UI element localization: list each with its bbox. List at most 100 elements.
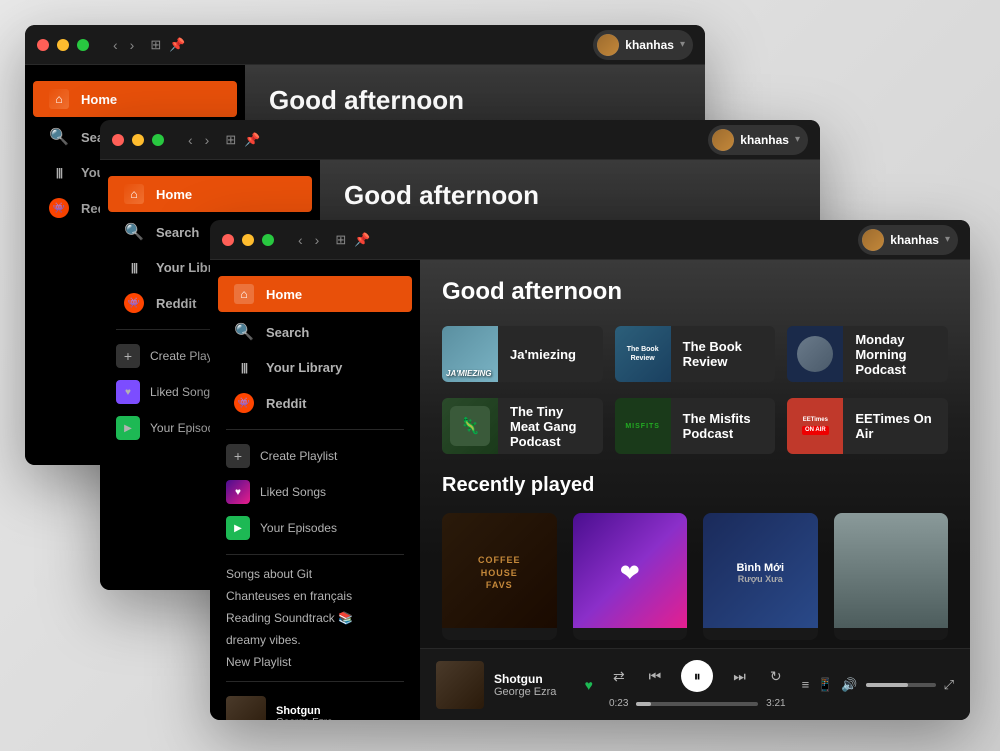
reddit-label-2: Reddit [156,296,196,311]
forward-arrow-2[interactable]: › [201,130,214,150]
playlist-new[interactable]: New Playlist [210,651,420,673]
playlist-reading[interactable]: Reading Soundtrack 📚 [210,607,420,629]
maximize-btn-2[interactable] [152,134,164,146]
recent-img-liked: ❤ [573,513,688,628]
search-icon-2: 🔍 [124,222,144,242]
create-playlist-3[interactable]: + Create Playlist [210,438,420,474]
liked-songs-label-2: Liked Songs [150,385,216,399]
search-label-2: Search [156,225,199,240]
recent-forest[interactable] [834,513,949,640]
back-arrow-3[interactable]: ‹ [294,230,307,250]
sidebar-item-home-2[interactable]: ⌂ Home [108,176,312,212]
binh-visual: Bình Mới Rượu Xưa [703,513,818,628]
grid-icon-1: ⊞ [150,37,161,53]
play-pause-btn[interactable]: ⏸ [681,660,713,692]
minimize-btn-3[interactable] [242,234,254,246]
podcast-cards-3: 🦎 The Tiny Meat Gang Podcast MISFITS The… [442,398,948,454]
forward-arrow-3[interactable]: › [311,230,324,250]
username-1: khanhas [625,38,674,52]
close-btn-1[interactable] [37,39,49,51]
sidebar-3: ⌂ Home 🔍 Search ||| Your Library 👾 Reddi… [210,260,420,720]
card-thumb-eet-3: EETimes ON AIR [787,398,843,454]
playlist-chanteuses[interactable]: Chanteuses en français [210,585,420,607]
recent-binhmoi[interactable]: Bình Mới Rượu Xưa [703,513,818,640]
shuffle-btn[interactable]: ⇄ [609,664,629,689]
card-jamiezing-3[interactable]: JA'MIEZING Ja'miezing [442,326,603,382]
search-icon-1: 🔍 [49,127,69,147]
recent-coffeehouse[interactable]: COFFEEHOUSEFAVS [442,513,557,640]
playlist-songs-git[interactable]: Songs about Git [210,563,420,585]
reddit-icon-1: 👾 [49,198,69,218]
featured-cards-3: JA'MIEZING Ja'miezing The BookReview The… [442,326,948,382]
progress-bar[interactable] [636,702,758,706]
maximize-btn-3[interactable] [262,234,274,246]
back-arrow-2[interactable]: ‹ [184,130,197,150]
next-btn[interactable]: ⏭ [729,664,750,689]
sidebar-item-search-3[interactable]: 🔍 Search [218,314,412,350]
sidebar-item-home-3[interactable]: ⌂ Home [218,276,412,312]
grid-icon-2: ⊞ [225,132,236,148]
liked-songs-icon-2: ♥ [116,380,140,404]
back-arrow-1[interactable]: ‹ [109,35,122,55]
card-eetimes-3[interactable]: EETimes ON AIR EETimes On Air [787,398,948,454]
card-bookreview-3[interactable]: The BookReview The Book Review [615,326,776,382]
card-thumb-mon-3 [787,326,843,382]
greeting-2: Good afternoon [344,180,796,211]
liked-songs-icon-3: ♥ [226,480,250,504]
recent-liked[interactable]: ❤ [573,513,688,640]
card-misfits-3[interactable]: MISFITS The Misfits Podcast [615,398,776,454]
sidebar-divider-3c [226,681,404,682]
your-episodes-3[interactable]: ▶ Your Episodes [210,510,420,546]
thumb-mon-img-3 [787,326,843,382]
library-icon-3: ||| [234,362,254,374]
card-monday-3[interactable]: Monday Morning Podcast [787,326,948,382]
repeat-btn[interactable]: ↻ [766,664,786,689]
device-btn[interactable]: 📱 [817,677,833,693]
pin-icon-3: 📌 [354,232,370,248]
volume-bar[interactable] [866,683,936,687]
nav-controls-1: ⊞ 📌 [150,37,185,53]
user-badge-2[interactable]: khanhas ▾ [708,125,808,155]
nav-arrows-3: ‹ › [294,230,323,250]
sidebar-item-reddit-3[interactable]: 👾 Reddit [218,385,412,421]
sidebar-item-home-1[interactable]: ⌂ Home [33,81,237,117]
user-badge-1[interactable]: khanhas ▾ [593,30,693,60]
close-btn-2[interactable] [112,134,124,146]
binh-text: Bình Mới Rượu Xưa [736,562,784,584]
minimize-btn-2[interactable] [132,134,144,146]
prev-btn[interactable]: ⏮ [645,664,666,689]
card-tinymeat-3[interactable]: 🦎 The Tiny Meat Gang Podcast [442,398,603,454]
heart-icon[interactable]: ♥ [585,677,593,693]
thumb-jam-img-3: JA'MIEZING [442,326,498,382]
home-icon-3: ⌂ [234,284,254,304]
window-front: ‹ › ⊞ 📌 khanhas ▾ ⌂ Home 🔍 Search [210,220,970,720]
user-badge-3[interactable]: khanhas ▾ [858,225,958,255]
shotgun-title: Shotgun [276,705,333,717]
titlebar-2: ‹ › ⊞ 📌 khanhas ▾ [100,120,820,160]
recent-thumb-forest [834,513,949,628]
chevron-icon-2: ▾ [795,134,800,145]
chevron-icon-1: ▾ [680,39,685,50]
liked-songs-label-3: Liked Songs [260,485,326,499]
username-2: khanhas [740,133,789,147]
fullscreen-btn[interactable]: ⤢ [944,677,954,693]
liked-songs-3[interactable]: ♥ Liked Songs [210,474,420,510]
player-track-text: Shotgun George Ezra [494,672,575,698]
card-thumb-mis-3: MISFITS [615,398,671,454]
volume-icon[interactable]: 🔊 [841,677,857,693]
queue-btn[interactable]: ≡ [802,677,810,692]
shotgun-artist: George Ezra [276,717,333,721]
forest-visual [834,513,949,628]
app-body-3: ⌂ Home 🔍 Search ||| Your Library 👾 Reddi… [210,260,970,720]
playlist-dreamy[interactable]: dreamy vibes. [210,629,420,651]
maximize-btn-1[interactable] [77,39,89,51]
sidebar-item-library-3[interactable]: ||| Your Library [218,352,412,383]
episodes-icon-2: ▶ [116,416,140,440]
create-playlist-label-3: Create Playlist [260,449,337,463]
card-label-mis-3: The Misfits Podcast [683,411,776,441]
player-controls: ⇄ ⏮ ⏸ ⏭ ↻ 0:23 3:21 [609,660,786,709]
minimize-btn-1[interactable] [57,39,69,51]
shotgun-track[interactable]: Shotgun George Ezra [210,690,420,720]
close-btn-3[interactable] [222,234,234,246]
forward-arrow-1[interactable]: › [126,35,139,55]
